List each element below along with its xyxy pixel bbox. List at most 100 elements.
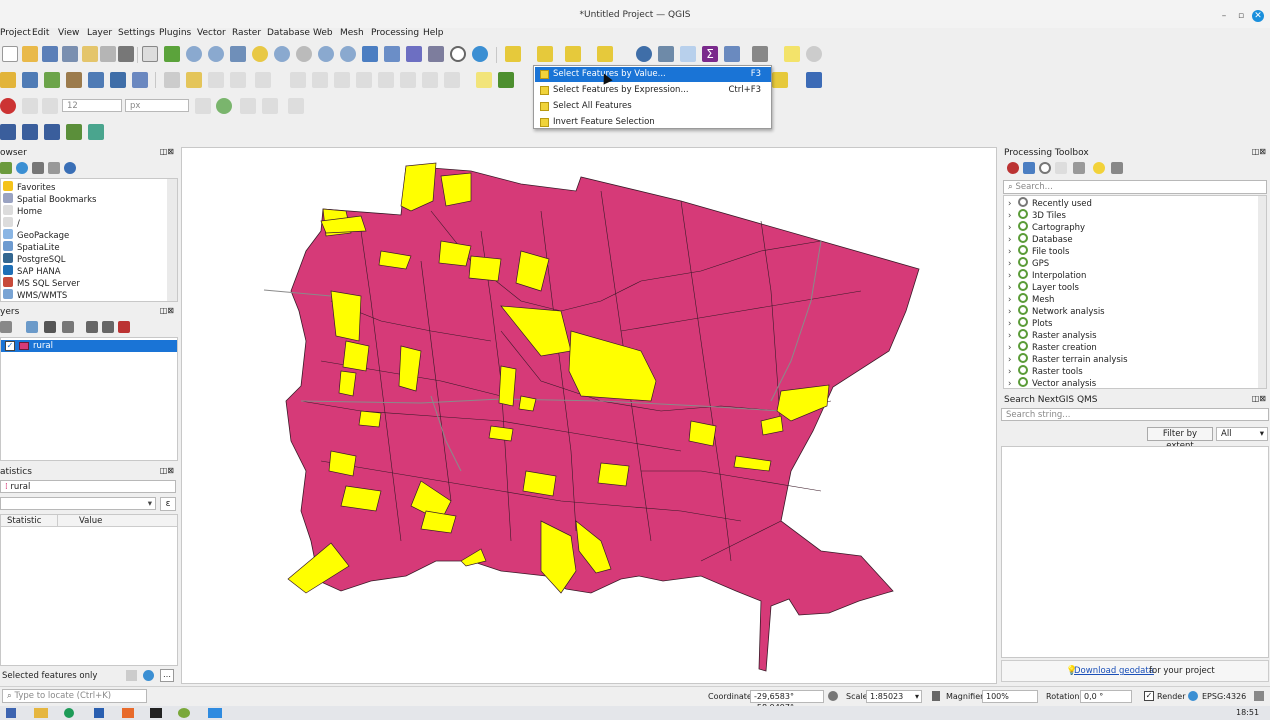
- window-icon[interactable]: [208, 708, 222, 718]
- browser-item-geopackage[interactable]: GeoPackage: [1, 229, 69, 241]
- layer-row-rural[interactable]: ✓ rural: [1, 340, 177, 352]
- properties-icon[interactable]: [64, 162, 76, 174]
- processing-item-interpolation[interactable]: › Interpolation: [1008, 269, 1086, 281]
- crs-icon[interactable]: [1188, 691, 1198, 701]
- panel-close-icon[interactable]: ◫⊠: [1252, 147, 1266, 156]
- measure-icon[interactable]: [752, 46, 768, 62]
- print-layout-icon[interactable]: [82, 46, 98, 62]
- offset-icon[interactable]: [262, 98, 278, 114]
- zoom-in-icon[interactable]: [186, 46, 202, 62]
- menu-item-select-by-value[interactable]: Select Features by Value... F3: [535, 67, 771, 82]
- processing-item-file-tools[interactable]: › File tools: [1008, 245, 1069, 257]
- edit-pencil-icon[interactable]: [186, 72, 202, 88]
- messages-icon[interactable]: [1254, 691, 1264, 701]
- browser-item-home[interactable]: Home: [1, 205, 42, 217]
- browser-item-mssql[interactable]: MS SQL Server: [1, 277, 80, 289]
- annotation-icon[interactable]: [806, 46, 822, 62]
- browser-item-sap-hana[interactable]: SAP HANA: [1, 265, 61, 277]
- processing-item-vector-analysis[interactable]: › Vector analysis: [1008, 377, 1096, 389]
- menu-view[interactable]: View: [58, 28, 79, 38]
- models-icon[interactable]: [1007, 162, 1019, 174]
- remove-layer-icon[interactable]: [118, 321, 130, 333]
- menu-raster[interactable]: Raster: [232, 28, 261, 38]
- zoom-last-icon[interactable]: [318, 46, 334, 62]
- qms-icon[interactable]: [88, 124, 104, 140]
- menu-item-select-by-expression[interactable]: Select Features by Expression... Ctrl+F3: [535, 83, 771, 98]
- browser-item-spatial-bookmarks[interactable]: Spatial Bookmarks: [1, 193, 96, 205]
- show-bookmarks-icon[interactable]: [428, 46, 444, 62]
- edit-features-inplace-icon[interactable]: [1073, 162, 1085, 174]
- menu-processing[interactable]: Processing: [371, 28, 419, 38]
- column-statistic[interactable]: Statistic: [7, 516, 41, 526]
- layer-name[interactable]: rural: [33, 340, 53, 352]
- menu-settings[interactable]: Settings: [118, 28, 155, 38]
- expand-all-icon[interactable]: [86, 321, 98, 333]
- html-icon[interactable]: [44, 124, 60, 140]
- panel-close-icon[interactable]: ◫⊠: [160, 147, 174, 156]
- panel-close-icon[interactable]: ◫⊠: [160, 306, 174, 315]
- new-3d-view-icon[interactable]: [384, 46, 400, 62]
- kmz-icon[interactable]: [22, 124, 38, 140]
- reshape-icon[interactable]: [240, 98, 256, 114]
- start-menu-icon[interactable]: [6, 708, 16, 718]
- options-icon[interactable]: [1111, 162, 1123, 174]
- menu-plugins[interactable]: Plugins: [159, 28, 191, 38]
- merge-icon[interactable]: [288, 98, 304, 114]
- processing-item-raster-analysis[interactable]: › Raster analysis: [1008, 329, 1097, 341]
- browser-item-wms[interactable]: WMS/WMTS: [1, 289, 67, 301]
- deselect-icon[interactable]: [597, 46, 613, 62]
- menu-item-select-all[interactable]: Select All Features: [535, 99, 771, 114]
- processing-item-raster-creation[interactable]: › Raster creation: [1008, 341, 1097, 353]
- collapse-all-layers-icon[interactable]: [102, 321, 114, 333]
- map-canvas[interactable]: [181, 147, 997, 684]
- data-source-manager-icon[interactable]: [0, 72, 16, 88]
- files-icon[interactable]: [34, 708, 48, 718]
- expression-icon[interactable]: ε: [160, 497, 176, 511]
- add-spatialite-icon[interactable]: [110, 72, 126, 88]
- kml-icon[interactable]: [0, 124, 16, 140]
- modify-attributes-icon[interactable]: [290, 72, 306, 88]
- snapping-icon[interactable]: [0, 98, 16, 114]
- statistics-layer-select[interactable]: ⁞ rural: [0, 480, 176, 493]
- close-icon[interactable]: ✕: [1252, 10, 1264, 22]
- save-as-icon[interactable]: [62, 46, 78, 62]
- layer-visibility-checkbox[interactable]: ✓: [5, 341, 15, 351]
- column-value[interactable]: Value: [79, 516, 102, 526]
- firefox-icon[interactable]: [122, 708, 134, 718]
- zoom-layer-icon[interactable]: [274, 46, 290, 62]
- snapping-unit-select[interactable]: px: [125, 99, 189, 112]
- processing-item-mesh[interactable]: › Mesh: [1008, 293, 1054, 305]
- trace-icon[interactable]: [195, 98, 211, 114]
- zoom-out-icon[interactable]: [208, 46, 224, 62]
- menu-layer[interactable]: Layer: [87, 28, 112, 38]
- zoom-native-icon[interactable]: [296, 46, 312, 62]
- panel-close-icon[interactable]: ◫⊠: [160, 466, 174, 475]
- scale-field[interactable]: 1:85023 ▾: [866, 690, 922, 703]
- add-delimited-icon[interactable]: [88, 72, 104, 88]
- select-by-value-icon[interactable]: [565, 46, 581, 62]
- refresh-icon[interactable]: [472, 46, 488, 62]
- processing-item-3d-tiles[interactable]: › 3D Tiles: [1008, 209, 1066, 221]
- results-viewer-icon[interactable]: [1055, 162, 1067, 174]
- bookmark-icon[interactable]: [406, 46, 422, 62]
- browser-item-root[interactable]: /: [1, 217, 20, 229]
- select-features-icon[interactable]: [537, 46, 553, 62]
- coordinate-toggle-icon[interactable]: [828, 691, 838, 701]
- more-options-button[interactable]: …: [160, 669, 174, 682]
- panel-close-icon[interactable]: ◫⊠: [1252, 394, 1266, 403]
- advanced-digitize-icon[interactable]: [22, 98, 38, 114]
- minimize-icon[interactable]: –: [1218, 10, 1230, 22]
- new-map-view-icon[interactable]: [362, 46, 378, 62]
- menu-item-invert-selection[interactable]: Invert Feature Selection: [535, 115, 771, 130]
- processing-item-raster-terrain-analysis[interactable]: › Raster terrain analysis: [1008, 353, 1128, 365]
- identify-features-icon[interactable]: [505, 46, 521, 62]
- processing-item-raster-tools[interactable]: › Raster tools: [1008, 365, 1083, 377]
- copy-features-icon[interactable]: [356, 72, 372, 88]
- add-group-icon[interactable]: [26, 321, 38, 333]
- pan-icon[interactable]: [142, 46, 158, 62]
- browser-scrollbar[interactable]: [167, 179, 177, 301]
- add-raster-icon[interactable]: [44, 72, 60, 88]
- digitize-icon[interactable]: [208, 72, 224, 88]
- menu-edit[interactable]: Edit: [32, 28, 49, 38]
- scripts-icon[interactable]: [1023, 162, 1035, 174]
